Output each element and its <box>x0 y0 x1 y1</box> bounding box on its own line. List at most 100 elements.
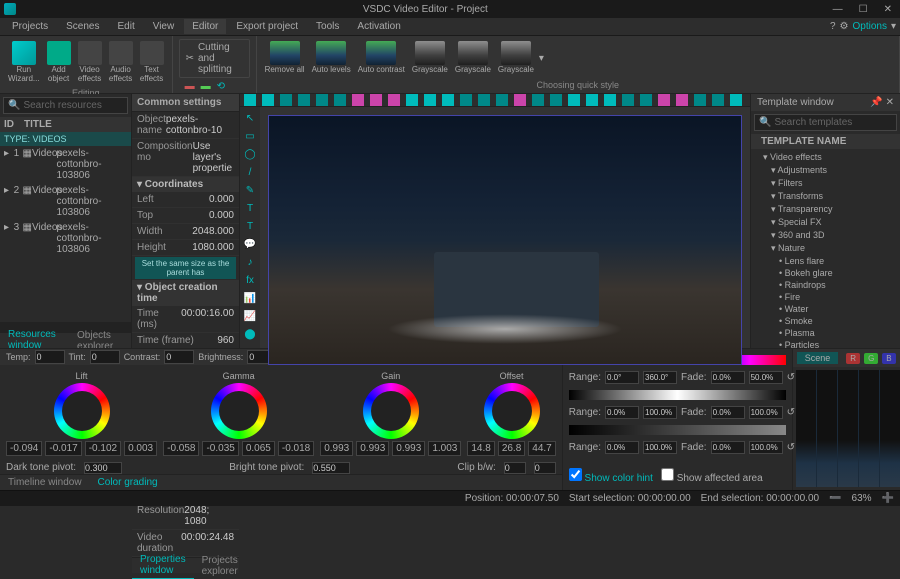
close-panel-icon[interactable]: ✕ <box>886 97 894 108</box>
maximize-icon[interactable]: ☐ <box>855 4 872 15</box>
style-grayscale-4[interactable]: Grayscale <box>453 39 493 77</box>
toolbar-icon-21[interactable] <box>622 94 634 106</box>
toolbar-icon-9[interactable] <box>406 94 418 106</box>
prop-group[interactable]: ▾ Object creation time <box>132 280 239 306</box>
scope-r-chip[interactable]: R <box>846 353 860 364</box>
scope-b-chip[interactable]: B <box>882 353 895 364</box>
param-tint[interactable] <box>90 350 120 364</box>
ribbon-run[interactable]: RunWizard... <box>6 39 42 86</box>
lum-strip[interactable] <box>569 425 786 435</box>
scope-scene-select[interactable]: Scene <box>797 352 839 364</box>
col-title[interactable]: TITLE <box>24 119 52 130</box>
style-grayscale-5[interactable]: Grayscale <box>496 39 536 77</box>
style-auto-contrast-2[interactable]: Auto contrast <box>356 39 407 77</box>
toolbar-icon-13[interactable] <box>478 94 490 106</box>
type-header[interactable]: TYPE: VIDEOS <box>0 132 131 146</box>
tree-node[interactable]: • Fire <box>753 291 898 303</box>
resource-row[interactable]: ▸3▦Videospexels-cottonbro-103806 <box>0 220 131 257</box>
scope-g-chip[interactable]: G <box>864 353 878 364</box>
menu-export-project[interactable]: Export project <box>228 19 306 34</box>
help-icon[interactable]: ? <box>830 21 836 32</box>
cutting-splitting-button[interactable]: ✂ Cutting and splitting <box>179 39 250 78</box>
tool-icon[interactable]: ▬ <box>201 81 211 92</box>
tree-node[interactable]: ▾ Filters <box>753 177 898 190</box>
toolbar-icon-17[interactable] <box>550 94 562 106</box>
menu-view[interactable]: View <box>145 19 183 34</box>
toolbar-icon-11[interactable] <box>442 94 454 106</box>
zoom-out-icon[interactable]: ➖ <box>829 493 841 504</box>
toolbar-icon-12[interactable] <box>460 94 472 106</box>
param-temp[interactable] <box>35 350 65 364</box>
toolbar-icon-20[interactable] <box>604 94 616 106</box>
prop-group[interactable]: ▾ Coordinates <box>132 177 239 192</box>
show-hint-checkbox[interactable]: Show color hint <box>569 468 653 484</box>
toolbar-icon-2[interactable] <box>280 94 292 106</box>
style-auto-levels-1[interactable]: Auto levels <box>310 39 353 77</box>
zoom-in-icon[interactable]: ➕ <box>882 493 894 504</box>
vtool-7[interactable]: 💬 <box>243 237 257 251</box>
close-icon[interactable]: ✕ <box>880 4 896 15</box>
tree-node[interactable]: • Lens flare <box>753 255 898 267</box>
tab-color-grading[interactable]: Color grading <box>90 475 166 491</box>
toolbar-icon-0[interactable] <box>244 94 256 106</box>
style-grayscale-3[interactable]: Grayscale <box>410 39 450 77</box>
resource-row[interactable]: ▸2▦Videospexels-cottonbro-103806 <box>0 183 131 220</box>
wheel-offset[interactable] <box>484 383 540 439</box>
vtool-3[interactable]: / <box>243 165 257 179</box>
tree-node[interactable]: • Plasma <box>753 327 898 339</box>
dark-pivot-input[interactable] <box>84 462 122 474</box>
ribbon-text[interactable]: Texteffects <box>138 39 166 86</box>
toolbar-icon-24[interactable] <box>676 94 688 106</box>
settings-gear-icon[interactable]: ⚙ <box>840 21 849 32</box>
clip-b-input[interactable] <box>534 462 556 474</box>
vtool-11[interactable]: 📈 <box>243 309 257 323</box>
options-link[interactable]: Options <box>853 21 887 32</box>
tool-icon[interactable]: ▬ <box>185 81 195 92</box>
menu-tools[interactable]: Tools <box>308 19 347 34</box>
tree-node[interactable]: ▾ Transforms <box>753 190 898 203</box>
dropdown-icon[interactable]: ▾ <box>891 21 896 32</box>
toolbar-icon-16[interactable] <box>532 94 544 106</box>
tree-node[interactable]: ▾ Transparency <box>753 203 898 216</box>
tab-properties[interactable]: Properties window <box>132 552 194 579</box>
vtool-9[interactable]: fx <box>243 273 257 287</box>
toolbar-icon-25[interactable] <box>694 94 706 106</box>
vtool-1[interactable]: ▭ <box>243 129 257 143</box>
vtool-5[interactable]: T <box>243 201 257 215</box>
vtool-12[interactable]: ⬤ <box>243 327 257 341</box>
vtool-8[interactable]: ♪ <box>243 255 257 269</box>
tool-icon[interactable]: ⟲ <box>217 81 225 92</box>
col-id[interactable]: ID <box>4 119 24 130</box>
toolbar-icon-23[interactable] <box>658 94 670 106</box>
tab-timeline[interactable]: Timeline window <box>0 475 90 490</box>
wheel-gamma[interactable] <box>211 383 267 439</box>
bright-pivot-input[interactable] <box>312 462 350 474</box>
vtool-6[interactable]: T <box>243 219 257 233</box>
toolbar-icon-5[interactable] <box>334 94 346 106</box>
prop-button[interactable]: Set the same size as the parent has <box>135 257 236 279</box>
toolbar-icon-22[interactable] <box>640 94 652 106</box>
menu-scenes[interactable]: Scenes <box>58 19 107 34</box>
tree-node[interactable]: ▾ Nature <box>753 242 898 255</box>
toolbar-icon-8[interactable] <box>388 94 400 106</box>
style-remove-all-0[interactable]: Remove all <box>263 39 307 77</box>
vtool-2[interactable]: ◯ <box>243 147 257 161</box>
toolbar-icon-1[interactable] <box>262 94 274 106</box>
toolbar-icon-18[interactable] <box>568 94 580 106</box>
toolbar-icon-14[interactable] <box>496 94 508 106</box>
menu-projects[interactable]: Projects <box>4 19 56 34</box>
minimize-icon[interactable]: — <box>829 4 847 15</box>
toolbar-icon-3[interactable] <box>298 94 310 106</box>
menu-activation[interactable]: Activation <box>349 19 408 34</box>
toolbar-icon-27[interactable] <box>730 94 742 106</box>
tree-node[interactable]: • Water <box>753 303 898 315</box>
vtool-0[interactable]: ↖ <box>243 111 257 125</box>
show-area-checkbox[interactable]: Show affected area <box>661 468 763 484</box>
tree-node[interactable]: ▾ Adjustments <box>753 164 898 177</box>
video-preview[interactable] <box>268 115 742 365</box>
tree-node[interactable]: ▾ Video effects <box>753 151 898 164</box>
ribbon-add[interactable]: Addobject <box>45 39 73 86</box>
toolbar-icon-6[interactable] <box>352 94 364 106</box>
toolbar-icon-7[interactable] <box>370 94 382 106</box>
tree-node[interactable]: • Raindrops <box>753 279 898 291</box>
